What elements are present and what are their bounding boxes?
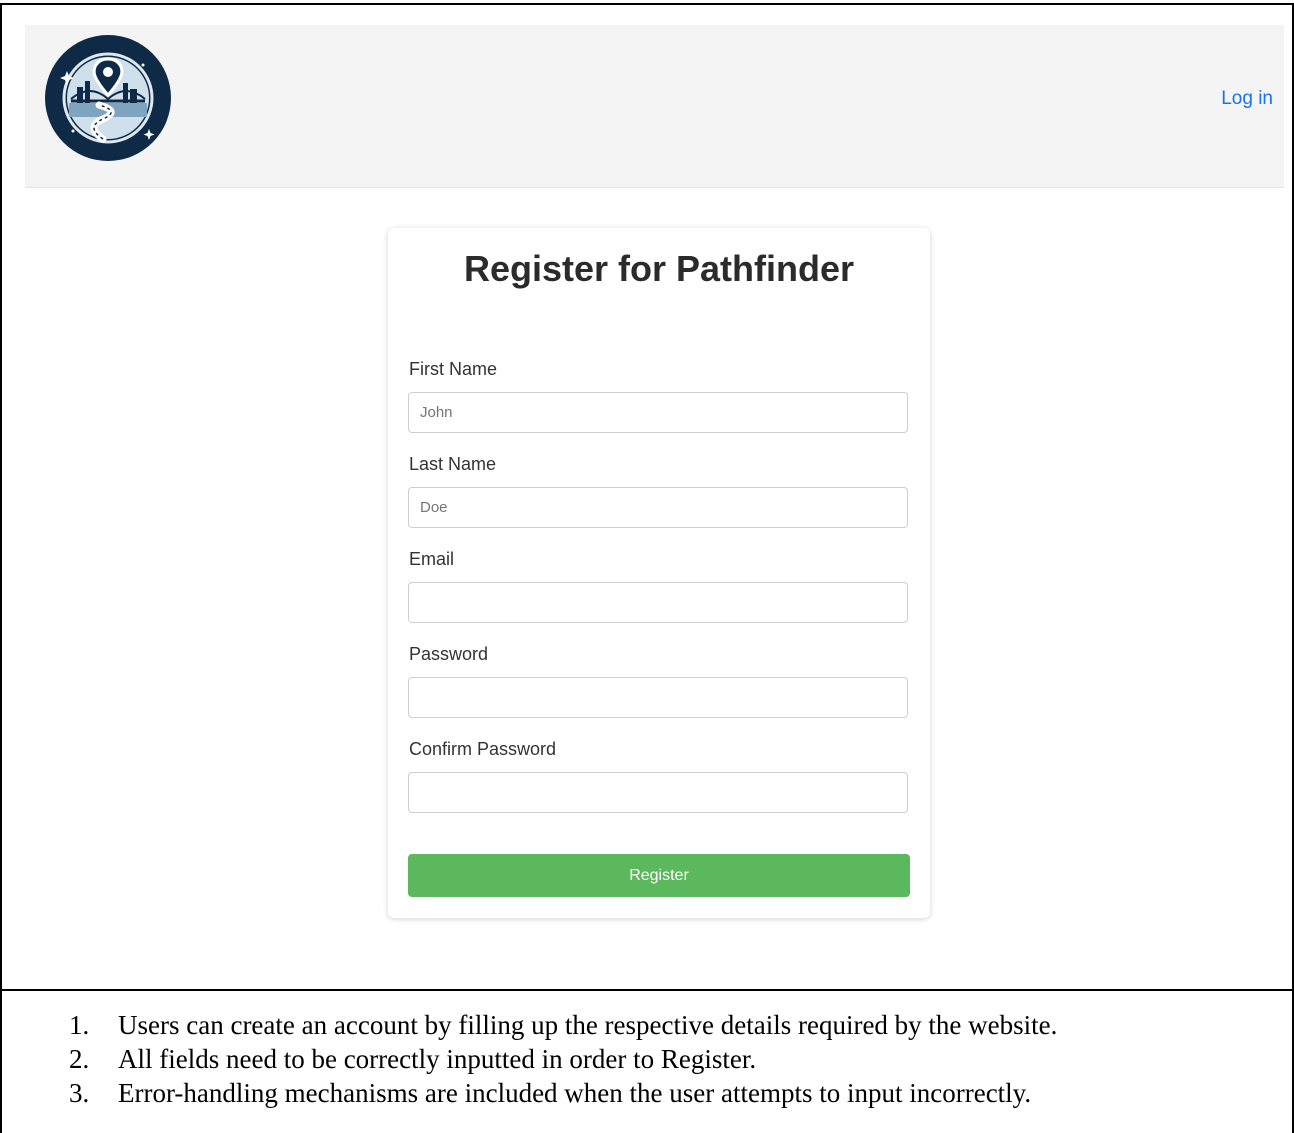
- list-item: 2. All fields need to be correctly input…: [69, 1042, 1294, 1076]
- email-label: Email: [409, 549, 455, 569]
- list-text: All fields need to be correctly inputted…: [118, 1044, 757, 1074]
- password-label: Password: [409, 644, 489, 664]
- last-name-input[interactable]: [408, 487, 908, 528]
- list-text: Users can create an account by filling u…: [118, 1010, 1058, 1040]
- pathfinder-logo-icon[interactable]: [45, 35, 171, 161]
- notes-list: 1. Users can create an account by fillin…: [0, 1008, 1294, 1110]
- list-number: 3.: [69, 1078, 90, 1108]
- register-button[interactable]: Register: [408, 854, 910, 897]
- email-input[interactable]: [408, 582, 908, 623]
- confirm-password-label: Confirm Password: [409, 739, 557, 759]
- navbar: Log in: [25, 25, 1284, 188]
- last-name-label: Last Name: [409, 454, 497, 474]
- register-card: Register for Pathfinder First Name Last …: [388, 228, 930, 918]
- login-link[interactable]: Log in: [1221, 88, 1273, 110]
- list-text: Error-handling mechanisms are included w…: [118, 1078, 1032, 1108]
- section-divider: [0, 989, 1294, 991]
- list-item: 1. Users can create an account by fillin…: [69, 1008, 1294, 1042]
- list-item: 3. Error-handling mechanisms are include…: [69, 1076, 1294, 1110]
- first-name-input[interactable]: [408, 392, 908, 433]
- list-number: 2.: [69, 1044, 90, 1074]
- confirm-password-input[interactable]: [408, 772, 908, 813]
- list-number: 1.: [69, 1010, 90, 1040]
- password-input[interactable]: [408, 677, 908, 718]
- first-name-label: First Name: [409, 359, 498, 379]
- page-title: Register for Pathfinder: [463, 248, 855, 289]
